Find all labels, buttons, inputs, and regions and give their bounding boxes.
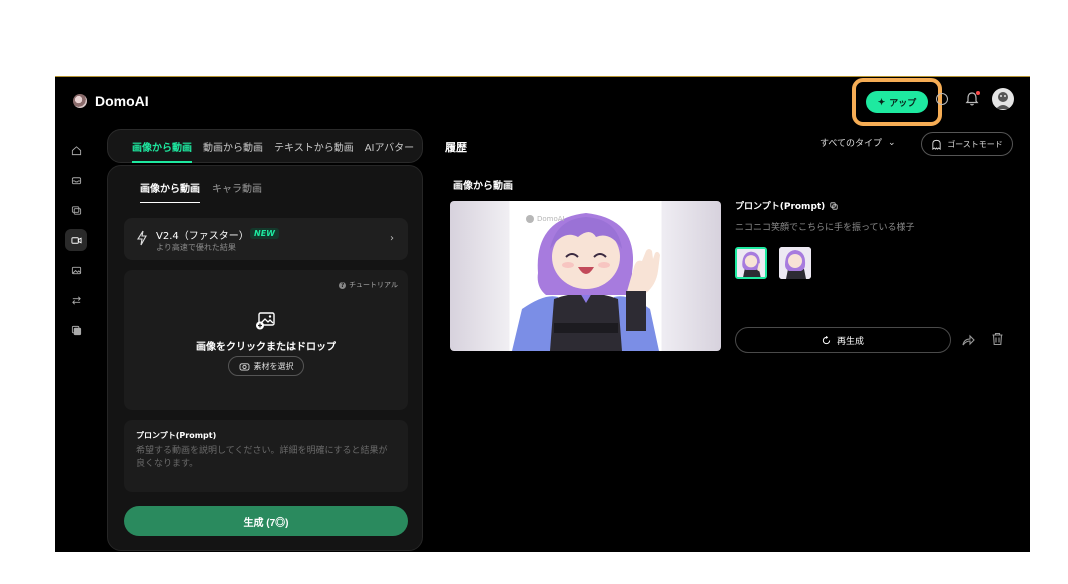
watermark-logo-icon xyxy=(526,215,534,223)
thumbnail-2[interactable] xyxy=(779,247,811,279)
tutorial-label: チュートリアル xyxy=(349,281,398,289)
home-icon xyxy=(71,145,81,155)
image-icon xyxy=(71,266,81,274)
notification-dot xyxy=(976,91,980,95)
notification-bell-icon[interactable] xyxy=(964,91,980,107)
add-image-icon xyxy=(256,312,275,330)
subtab-character-video[interactable]: キャラ動画 xyxy=(212,180,262,195)
prompt-placeholder[interactable]: 希望する動画を説明してください。詳細を明確にすると結果が良くなります。 xyxy=(136,445,396,471)
material-icon xyxy=(239,362,249,371)
tab-text-to-video[interactable]: テキストから動画 xyxy=(274,139,354,154)
model-selector[interactable]: V2.4（ファスター） NEW より高速で優れた結果 › xyxy=(124,218,408,260)
thumbnail-image xyxy=(737,249,765,277)
subtabs: 画像から動画 キャラ動画 xyxy=(140,180,262,203)
tab-image-to-video[interactable]: 画像から動画 xyxy=(132,139,192,163)
tab-video-to-video[interactable]: 動画から動画 xyxy=(203,139,263,154)
logo-icon xyxy=(73,94,87,108)
ghost-mode-button[interactable]: ゴーストモード xyxy=(921,132,1013,156)
inbox-icon xyxy=(71,176,81,184)
brand-name: DomoAI xyxy=(95,93,149,109)
new-badge: NEW xyxy=(250,228,279,239)
copy-prompt-icon[interactable] xyxy=(830,201,838,210)
trash-icon[interactable] xyxy=(991,332,1004,346)
history-prompt-label: プロンプト(Prompt) xyxy=(735,202,826,212)
app-button-label: アップ xyxy=(889,97,917,108)
sidebar-item-layers[interactable] xyxy=(65,319,87,341)
type-filter-label: すべてのタイプ xyxy=(820,139,883,149)
app-button-highlight: ✦ アップ xyxy=(852,78,942,126)
history-title: 履歴 xyxy=(445,141,467,154)
refresh-icon xyxy=(822,335,831,344)
sidebar-item-video[interactable] xyxy=(65,229,87,251)
sparkle-icon: ✦ xyxy=(877,96,886,107)
model-subtitle: より高速で優れた結果 xyxy=(156,243,236,252)
type-filter-dropdown[interactable]: すべてのタイプ ⌄ xyxy=(820,136,896,150)
thumbnail-image xyxy=(779,247,811,279)
history-prompt-title: プロンプト(Prompt) xyxy=(735,199,838,212)
sidebar xyxy=(65,139,87,349)
video-preview[interactable]: DomoAI xyxy=(450,201,721,351)
history-prompt-text: ニコニコ笑顔でこちらに手を振っている様子 xyxy=(735,223,915,233)
chevron-right-icon: › xyxy=(390,233,394,244)
prompt-label: プロンプト(Prompt) xyxy=(136,431,217,440)
video-icon xyxy=(70,236,82,244)
mode-tabs: 画像から動画 動画から動画 テキストから動画 AIアバター xyxy=(107,129,423,163)
app-window: DomoAI ✦ アップ 画像から動画 動画から動画 テキストから動画 AIアバ… xyxy=(55,76,1030,552)
model-name: V2.4（ファスター） xyxy=(156,231,249,242)
swap-icon xyxy=(71,296,81,304)
watermark: DomoAI xyxy=(526,215,565,223)
brand-logo[interactable]: DomoAI xyxy=(73,93,149,109)
app-button[interactable]: ✦ アップ xyxy=(865,91,929,113)
user-avatar[interactable] xyxy=(992,88,1014,110)
tutorial-link[interactable]: ? チュートリアル xyxy=(339,280,398,290)
thumbnail-1[interactable] xyxy=(735,247,767,279)
chevron-down-icon: ⌄ xyxy=(888,137,896,148)
drop-instruction: 画像をクリックまたはドロップ xyxy=(196,342,336,353)
regenerate-label: 再生成 xyxy=(836,335,864,346)
generation-panel: 画像から動画 キャラ動画 V2.4（ファスター） NEW より高速で優れた結果 … xyxy=(107,165,423,551)
ghost-mode-label: ゴーストモード xyxy=(947,139,1003,149)
share-icon[interactable] xyxy=(961,333,975,347)
generate-button[interactable]: 生成 (7◎) xyxy=(124,506,408,536)
sidebar-item-image[interactable] xyxy=(65,259,87,281)
subtab-image-to-video[interactable]: 画像から動画 xyxy=(140,180,200,203)
regenerate-button[interactable]: 再生成 xyxy=(735,327,951,353)
watermark-text: DomoAI xyxy=(537,215,565,223)
history-section-title: 画像から動画 xyxy=(453,181,513,192)
layers-icon xyxy=(71,325,81,335)
question-icon: ? xyxy=(339,281,347,289)
select-material-label: 素材を選択 xyxy=(253,361,294,371)
anime-girl-image xyxy=(512,213,660,351)
image-drop-zone[interactable]: ? チュートリアル 画像をクリックまたはドロップ 素材を選択 xyxy=(124,270,408,410)
ghost-icon xyxy=(932,139,941,150)
help-circle-icon[interactable] xyxy=(936,93,948,105)
select-material-button[interactable]: 素材を選択 xyxy=(228,356,304,376)
tab-ai-avatar[interactable]: AIアバター xyxy=(365,139,414,154)
lightning-icon xyxy=(137,230,147,246)
sidebar-item-copy[interactable] xyxy=(65,199,87,221)
sidebar-item-inbox[interactable] xyxy=(65,169,87,191)
sidebar-item-home[interactable] xyxy=(65,139,87,161)
copy-icon xyxy=(71,205,81,215)
sidebar-item-swap[interactable] xyxy=(65,289,87,311)
prompt-box[interactable]: プロンプト(Prompt) 希望する動画を説明してください。詳細を明確にすると結… xyxy=(124,420,408,492)
